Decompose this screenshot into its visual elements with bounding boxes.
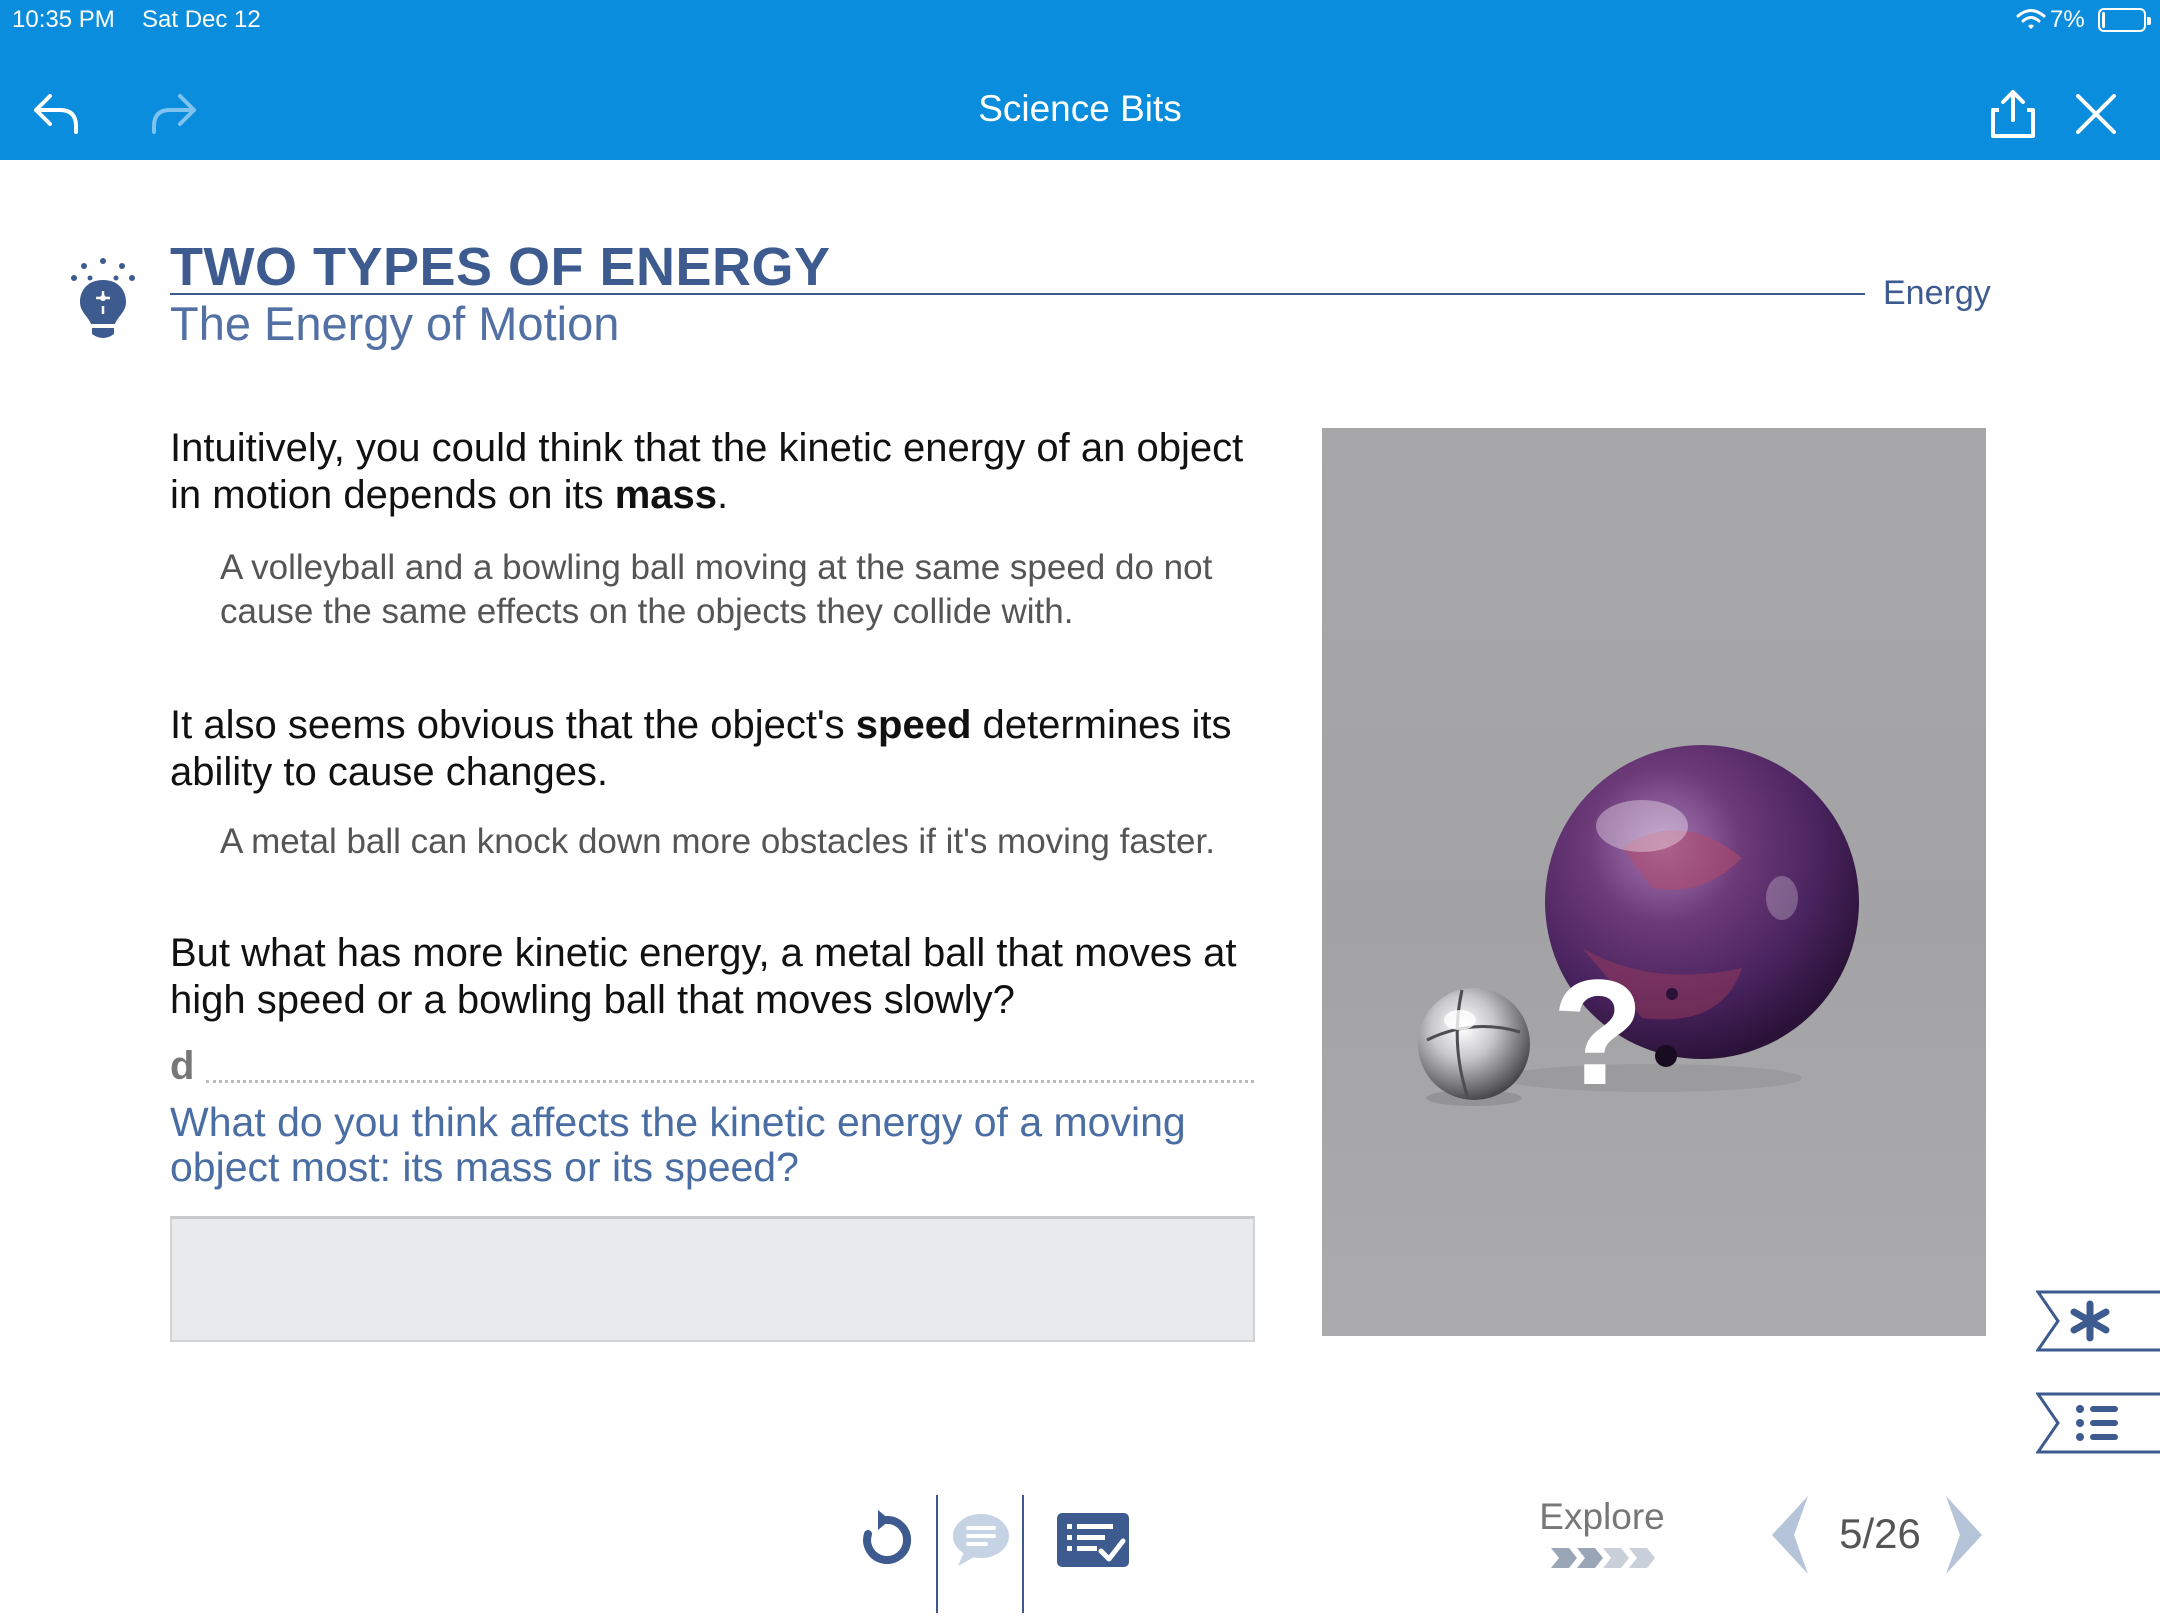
answer-input[interactable] bbox=[170, 1216, 1255, 1342]
explore-step bbox=[1551, 1548, 1577, 1568]
app-title: Science Bits bbox=[978, 88, 1182, 129]
app-bar: Science Bits bbox=[0, 38, 2160, 160]
reset-icon[interactable] bbox=[856, 1508, 916, 1568]
status-time: 10:35 PM bbox=[12, 6, 115, 33]
wifi-icon bbox=[2016, 9, 2046, 29]
paragraph-question: But what has more kinetic energy, a meta… bbox=[170, 931, 1237, 1022]
explore-label: Explore bbox=[1539, 1496, 1665, 1537]
status-date: Sat Dec 12 bbox=[142, 6, 261, 33]
next-page-icon[interactable] bbox=[1940, 1494, 1990, 1576]
note-volleyball: A volleyball and a bowling ball moving a… bbox=[220, 548, 1213, 631]
paragraph-mass: Intuitively, you could think that the ki… bbox=[170, 426, 1244, 517]
close-icon[interactable] bbox=[2068, 86, 2124, 142]
activity-question: What do you think affects the kinetic en… bbox=[170, 1099, 1186, 1190]
page-counter: 5/26 bbox=[1820, 1510, 1940, 1558]
title-divider bbox=[170, 293, 1865, 295]
toolbar-divider bbox=[936, 1495, 938, 1613]
note-metal-ball: A metal ball can knock down more obstacl… bbox=[220, 822, 1215, 861]
explore-step bbox=[1577, 1548, 1603, 1568]
page-title: TWO TYPES OF ENERGY bbox=[170, 237, 831, 297]
previous-page-icon[interactable] bbox=[1764, 1494, 1814, 1576]
status-bar: 10:35 PM Sat Dec 12 7% bbox=[0, 0, 2160, 38]
task-list-icon[interactable] bbox=[1057, 1513, 1129, 1567]
share-icon[interactable] bbox=[1985, 86, 2041, 142]
explore-chevrons bbox=[1551, 1548, 1655, 1568]
page-current: 5 bbox=[1839, 1510, 1863, 1557]
question-mark-overlay: ? bbox=[1552, 948, 1644, 1116]
explore-progress[interactable]: Explore bbox=[1534, 1496, 1670, 1570]
balls-photo: ? bbox=[1322, 428, 1986, 1336]
activity-letter: d bbox=[170, 1044, 195, 1088]
list-icon[interactable] bbox=[2036, 1392, 2160, 1454]
comment-icon[interactable] bbox=[950, 1510, 1012, 1568]
explore-step bbox=[1603, 1548, 1629, 1568]
section-label: Energy bbox=[1883, 274, 1991, 312]
asterisk-icon[interactable] bbox=[2036, 1290, 2160, 1352]
activity-divider bbox=[206, 1080, 1254, 1083]
battery-percentage: 7% bbox=[2050, 6, 2085, 33]
toolbar-divider bbox=[1022, 1495, 1024, 1613]
battery-icon bbox=[2098, 8, 2151, 32]
explore-step bbox=[1629, 1548, 1655, 1568]
page-total: /26 bbox=[1862, 1510, 1921, 1557]
paragraph-speed: It also seems obvious that the object's … bbox=[170, 703, 1232, 794]
page-subtitle: The Energy of Motion bbox=[170, 297, 620, 350]
lightbulb-puzzle-icon bbox=[71, 258, 135, 338]
